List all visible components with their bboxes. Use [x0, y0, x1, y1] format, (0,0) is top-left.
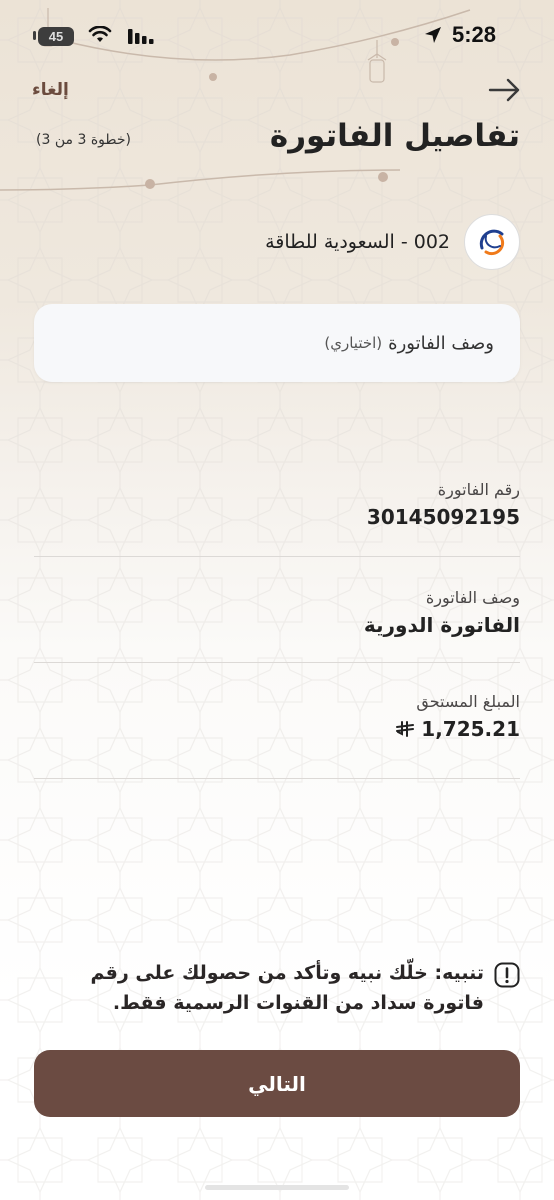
- battery-icon: 45: [38, 27, 74, 46]
- home-indicator: [205, 1185, 349, 1190]
- status-time: 5:28: [452, 22, 497, 47]
- battery-level: 45: [48, 29, 64, 44]
- bill-description-label: وصف الفاتورة: [425, 588, 520, 607]
- bill-number-label: رقم الفاتورة: [437, 480, 520, 499]
- next-button[interactable]: التالي: [34, 1050, 520, 1117]
- divider: [34, 778, 520, 779]
- step-indicator: (خطوة 3 من 3): [36, 132, 131, 148]
- bill-description-input[interactable]: وصف الفاتورة (اختياري): [34, 304, 520, 382]
- divider: [34, 662, 520, 663]
- bill-number-block: رقم الفاتورة 30145092195: [34, 480, 520, 529]
- biller-row: 002 - السعودية للطاقة: [265, 214, 520, 270]
- divider: [34, 556, 520, 557]
- status-bar: 45 5:28: [0, 0, 554, 70]
- back-arrow-icon[interactable]: [486, 74, 522, 106]
- wifi-icon: [88, 26, 112, 42]
- description-input-label: وصف الفاتورة: [388, 332, 494, 354]
- amount-due-value: 1,725.21: [34, 717, 520, 741]
- bill-number-value: 30145092195: [366, 505, 520, 529]
- cancel-button[interactable]: إلغاء: [32, 80, 69, 100]
- exclamation-icon: [494, 962, 520, 988]
- location-arrow-icon: [425, 27, 441, 43]
- amount-due-number: 1,725.21: [421, 717, 520, 741]
- bill-description-block: وصف الفاتورة الفاتورة الدورية: [34, 588, 520, 637]
- saudi-electricity-logo-icon: [464, 214, 520, 270]
- riyal-symbol-icon: [396, 717, 421, 741]
- signal-icon: [128, 29, 154, 44]
- warning-text: تنبيه: خلّك نبيه وتأكد من حصولك على رقم …: [90, 962, 485, 1014]
- warning-notice: تنبيه: خلّك نبيه وتأكد من حصولك على رقم …: [80, 958, 520, 1018]
- amount-due-block: المبلغ المستحق 1,725.21: [34, 692, 520, 741]
- biller-name: 002 - السعودية للطاقة: [265, 231, 450, 253]
- battery-tip: [33, 31, 36, 40]
- amount-due-label: المبلغ المستحق: [416, 692, 520, 711]
- bill-description-value: الفاتورة الدورية: [363, 613, 520, 637]
- page-title: تفاصيل الفاتورة: [269, 118, 520, 154]
- description-optional-label: (اختياري): [324, 334, 383, 352]
